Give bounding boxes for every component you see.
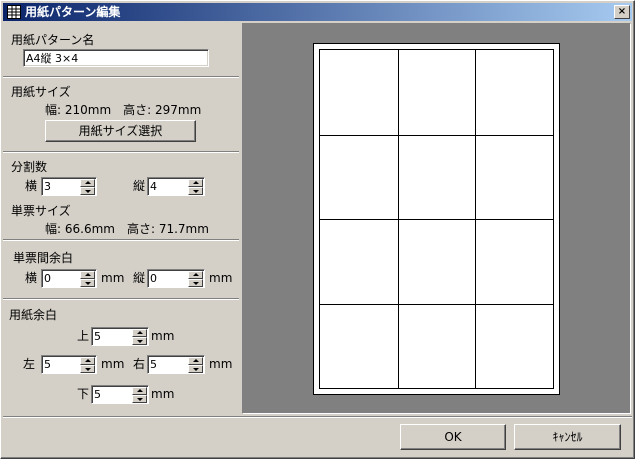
cell-gap-vertical-stepper[interactable] [147, 269, 205, 288]
grid-row-divider [320, 134, 553, 136]
margin-right-stepper[interactable] [147, 355, 205, 374]
cell-gap-vertical-label: 縦 [133, 271, 146, 285]
spin-down-arrow-icon[interactable] [80, 279, 95, 287]
spin-up-arrow-icon[interactable] [80, 357, 95, 365]
spin-up-arrow-icon[interactable] [132, 387, 147, 395]
grid-row-divider [320, 303, 553, 305]
cell-gap-horizontal-input[interactable] [44, 272, 74, 285]
spin-down-arrow-icon[interactable] [132, 337, 147, 345]
paper-size-info: 幅: 210mm 高さ: 297mm [45, 103, 202, 117]
margin-bottom-input[interactable] [94, 388, 124, 401]
preview-area [242, 23, 631, 414]
spin-down-arrow-icon[interactable] [188, 279, 203, 287]
paper-preview [313, 43, 560, 395]
close-icon: × [617, 6, 627, 17]
cell-gap-label: 単票間余白 [13, 251, 74, 265]
title-bar[interactable]: 用紙パターン編集 × [3, 3, 632, 21]
pattern-name-field[interactable] [23, 49, 209, 67]
margin-left-input[interactable] [44, 358, 74, 371]
margin-top-unit: mm [151, 329, 175, 343]
cell-gap-vertical-unit: mm [209, 271, 233, 285]
cell-size-label: 単票サイズ [11, 204, 71, 218]
separator [3, 76, 239, 78]
margin-right-label: 右 [133, 357, 146, 371]
margin-left-unit: mm [101, 357, 125, 371]
margin-right-input[interactable] [150, 358, 180, 371]
spin-up-arrow-icon[interactable] [188, 271, 203, 279]
cell-gap-horizontal-label: 横 [25, 271, 38, 285]
spin-up-arrow-icon[interactable] [80, 179, 95, 187]
spin-up-arrow-icon[interactable] [188, 357, 203, 365]
spin-down-arrow-icon[interactable] [80, 187, 95, 195]
spin-up-arrow-icon[interactable] [80, 271, 95, 279]
separator [3, 298, 239, 300]
division-vertical-label: 縦 [133, 179, 146, 193]
cell-gap-horizontal-stepper[interactable] [41, 269, 97, 288]
margin-bottom-stepper[interactable] [91, 385, 149, 404]
margin-top-stepper[interactable] [91, 327, 149, 346]
margin-bottom-unit: mm [151, 387, 175, 401]
spin-down-arrow-icon[interactable] [188, 365, 203, 373]
spin-down-arrow-icon[interactable] [132, 395, 147, 403]
division-horizontal-input[interactable] [44, 180, 74, 193]
pattern-name-label: 用紙パターン名 [11, 33, 95, 47]
division-label: 分割数 [11, 160, 48, 174]
spin-down-arrow-icon[interactable] [80, 365, 95, 373]
grid-row-divider [320, 219, 553, 220]
settings-panel: 用紙パターン名 用紙サイズ 幅: 210mm 高さ: 297mm 用紙サイズ選択… [3, 23, 239, 415]
paper-size-select-button[interactable]: 用紙サイズ選択 [45, 120, 196, 142]
separator [3, 239, 239, 241]
close-button[interactable]: × [614, 5, 630, 19]
division-vertical-input[interactable] [150, 180, 180, 193]
margin-right-unit: mm [209, 357, 233, 371]
margin-bottom-label: 下 [77, 387, 90, 401]
margin-top-label: 上 [77, 329, 90, 343]
margin-left-label: 左 [23, 357, 36, 371]
margin-left-stepper[interactable] [41, 355, 97, 374]
dialog-window: 用紙パターン編集 × 用紙パターン名 用紙サイズ 幅: 210mm 高さ: 29… [0, 0, 635, 459]
separator [3, 151, 239, 153]
window-title: 用紙パターン編集 [25, 5, 121, 19]
cell-gap-vertical-input[interactable] [150, 272, 180, 285]
paper-size-label: 用紙サイズ [11, 85, 71, 99]
pattern-name-input[interactable] [26, 51, 206, 65]
spin-up-arrow-icon[interactable] [188, 179, 203, 187]
ok-button[interactable]: OK [400, 424, 506, 450]
cancel-button[interactable]: ｷｬﾝｾﾙ [514, 424, 621, 450]
margin-top-input[interactable] [94, 330, 124, 343]
spin-up-arrow-icon[interactable] [132, 329, 147, 337]
cell-grid [319, 49, 554, 389]
cell-gap-horizontal-unit: mm [101, 271, 125, 285]
division-vertical-stepper[interactable] [147, 177, 205, 196]
paper-margin-label: 用紙余白 [9, 308, 58, 322]
cell-size-info: 幅: 66.6mm 高さ: 71.7mm [45, 222, 209, 236]
footer-separator [3, 416, 632, 418]
division-horizontal-stepper[interactable] [41, 177, 97, 196]
spin-down-arrow-icon[interactable] [188, 187, 203, 195]
grid-icon [7, 5, 21, 19]
division-horizontal-label: 横 [25, 179, 38, 193]
